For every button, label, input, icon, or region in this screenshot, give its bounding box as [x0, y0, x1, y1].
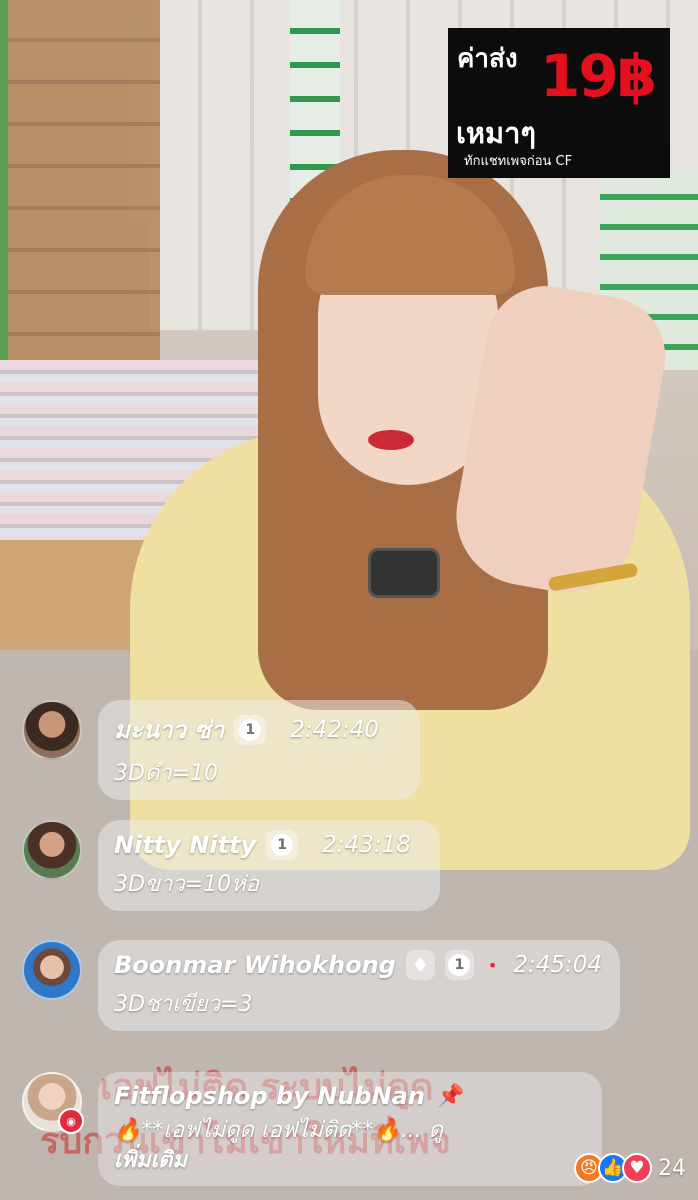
fan-badge-icon: 1 [266, 830, 299, 860]
avatar[interactable] [22, 700, 82, 760]
shipping-promo-overlay: ค่าส่ง 19฿ เหมาๆ ทักแชทเพจก่อน CF [448, 28, 670, 178]
clip-microphone [368, 548, 440, 598]
comment-item[interactable]: Boonmar Wihokhong ♦ 1 • 2:45:04 3Dชาเขีย… [22, 940, 620, 1031]
avatar[interactable] [22, 820, 82, 880]
warehouse-shelf [0, 0, 160, 420]
promo-shipping-label: ค่าส่ง [457, 44, 518, 74]
pin-icon: 📌 [436, 1083, 465, 1109]
comment-bubble[interactable]: Boonmar Wihokhong ♦ 1 • 2:45:04 3Dชาเขีย… [98, 940, 620, 1031]
avatar[interactable] [22, 940, 82, 1000]
pinned-text: 🔥**เอฟไม่ดูด เอฟไม่ติด**🔥... ดู [114, 1118, 443, 1143]
comment-item[interactable]: Nitty Nitty 1 2:43:18 3Dขาว=10ห่อ [22, 820, 440, 911]
reaction-summary[interactable]: 😠 👍 ♥ 24 [574, 1153, 686, 1183]
comment-author[interactable]: Nitty Nitty [114, 831, 256, 859]
live-icon: ◉ [58, 1108, 84, 1134]
comment-author[interactable]: Boonmar Wihokhong [114, 951, 396, 979]
reaction-count: 24 [658, 1155, 686, 1181]
avatar[interactable]: ◉ [22, 1072, 84, 1134]
comment-bubble[interactable]: Fitflopshop by NubNan 📌 🔥**เอฟไม่ดูด เอฟ… [98, 1072, 602, 1186]
comment-timestamp: 2:45:04 [513, 952, 602, 978]
pinned-comment[interactable]: ◉ Fitflopshop by NubNan 📌 🔥**เอฟไม่ดูด เ… [22, 1072, 602, 1186]
comment-bubble[interactable]: มะนาว ซ่า 1 2:42:40 3Dดำ=10 [98, 700, 420, 800]
comment-text: 3Dดำ=10 [114, 761, 219, 786]
comment-text: 3Dขาว=10ห่อ [114, 872, 259, 897]
comment-timestamp: 2:42:40 [290, 716, 379, 743]
promo-note: ทักแชทเพจก่อน CF [464, 154, 573, 169]
fan-badge-icon: 1 [234, 714, 267, 745]
fan-badge-icon: 1 [444, 950, 474, 980]
love-icon: ♥ [622, 1153, 652, 1183]
comment-item[interactable]: มะนาว ซ่า 1 2:42:40 3Dดำ=10 [22, 700, 420, 800]
presenter-lips [368, 430, 414, 450]
see-more-link[interactable]: เพิ่มเติม [114, 1148, 187, 1173]
comment-author[interactable]: มะนาว ซ่า [114, 710, 224, 749]
comment-text: 🔥**เอฟไม่ดูด เอฟไม่ติด**🔥... ดู เพิ่มเติ… [114, 1116, 584, 1176]
comment-bubble[interactable]: Nitty Nitty 1 2:43:18 3Dขาว=10ห่อ [98, 820, 440, 911]
diamond-badge-icon: ♦ [405, 950, 435, 980]
comment-timestamp: 2:43:18 [322, 832, 411, 858]
comment-author[interactable]: Fitflopshop by NubNan [114, 1082, 425, 1110]
promo-price: 19฿ [540, 42, 657, 110]
comment-text: 3Dชาเขียว=3 [114, 992, 253, 1017]
new-dot-icon: • [487, 955, 498, 975]
